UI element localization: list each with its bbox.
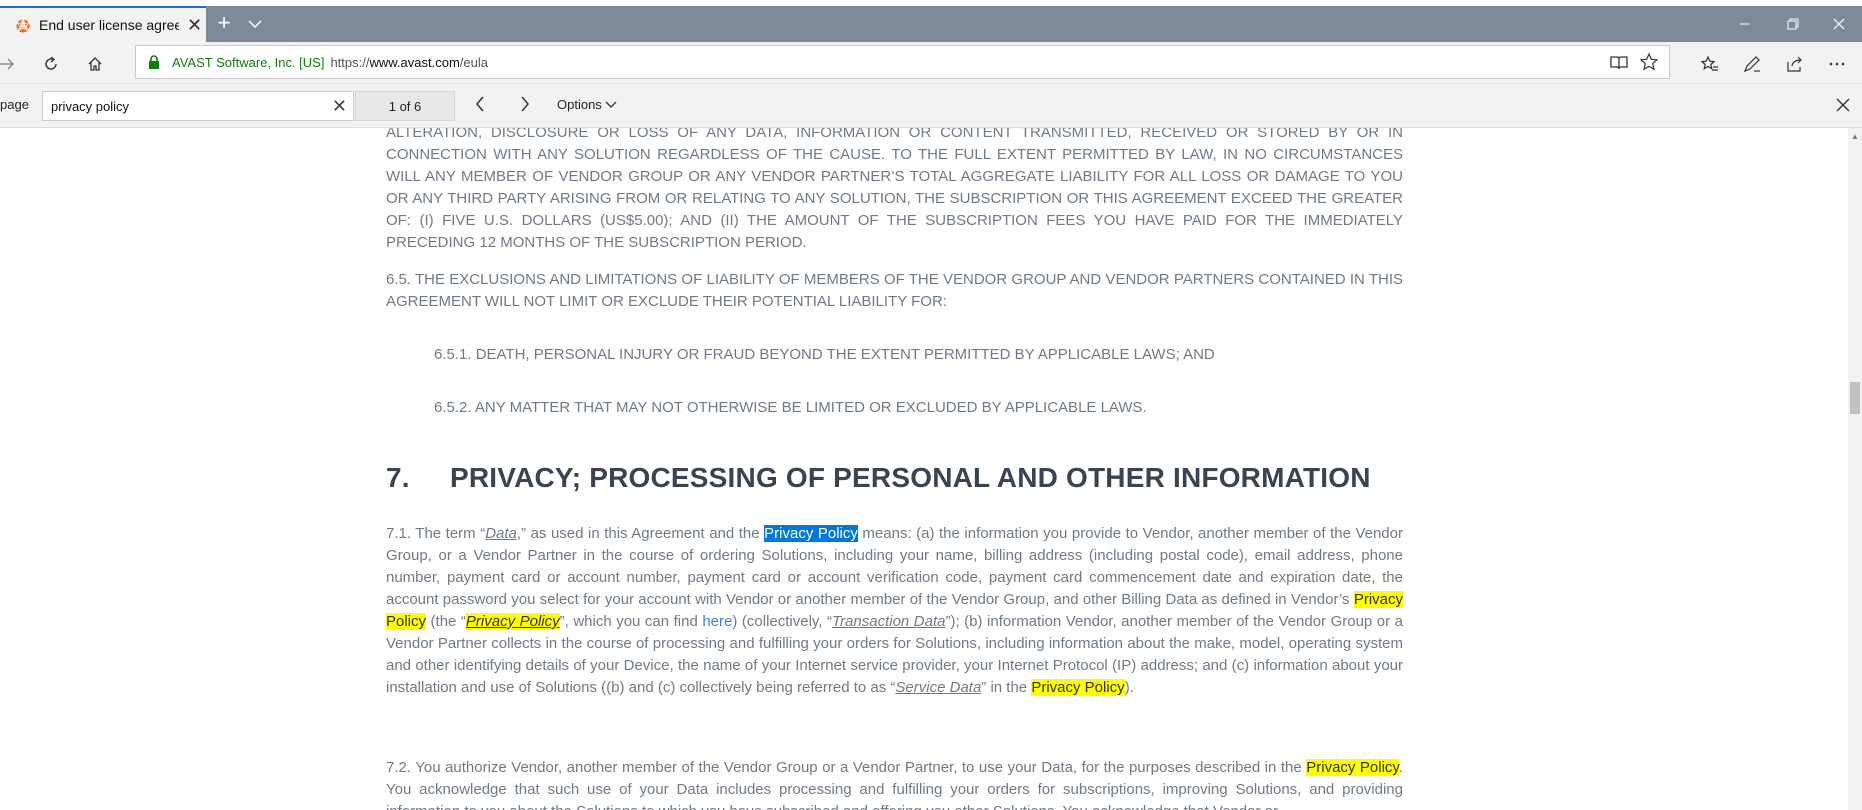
section-7-heading: 7. PRIVACY; PROCESSING OF PERSONAL AND OT…	[386, 462, 1371, 493]
more-options-icon[interactable]	[1824, 51, 1850, 77]
share-icon[interactable]	[1782, 51, 1808, 77]
term-transaction-data: Transaction Data	[832, 613, 946, 630]
restore-icon[interactable]	[1770, 6, 1816, 42]
favorites-hub-icon[interactable]	[1696, 51, 1722, 77]
find-match: Privacy Policy	[1306, 759, 1399, 776]
address-bar[interactable]: AVAST Software, Inc. [US] https://www.av…	[135, 45, 1670, 79]
find-input[interactable]	[51, 98, 321, 114]
match-count: 1 of 6	[355, 91, 455, 121]
paragraph-6-5-2: 6.5.2. ANY MATTER THAT MAY NOT OTHERWISE…	[434, 399, 1147, 416]
close-window-icon[interactable]	[1816, 6, 1862, 42]
site-identity[interactable]: AVAST Software, Inc. [US]	[172, 55, 324, 70]
favorite-star-icon[interactable]	[1639, 52, 1659, 72]
paragraph-7-1: 7.1. The term “Data,” as used in this Ag…	[386, 525, 1403, 696]
navigation-bar: AVAST Software, Inc. [US] https://www.av…	[0, 42, 1862, 84]
paragraph-6-5-1: 6.5.1. DEATH, PERSONAL INJURY OR FRAUD B…	[434, 346, 1215, 363]
section-number: 7.	[386, 462, 410, 493]
close-find-icon[interactable]	[1836, 94, 1850, 116]
vertical-scrollbar[interactable]: ▲	[1848, 128, 1862, 810]
web-note-icon[interactable]	[1739, 51, 1765, 77]
section-title: PRIVACY; PROCESSING OF PERSONAL AND OTHE…	[450, 462, 1371, 493]
find-match: Privacy Policy	[465, 613, 560, 630]
find-on-page-bar: page ✕ 1 of 6 Options	[0, 84, 1862, 128]
term-data: Data	[485, 525, 517, 542]
url-text[interactable]: https://www.avast.com/eula	[330, 55, 488, 70]
find-options-button[interactable]: Options	[557, 97, 617, 112]
scrollbar-thumb[interactable]	[1850, 382, 1860, 414]
lock-icon[interactable]	[148, 54, 162, 70]
find-label: page	[0, 97, 29, 112]
paragraph-6-5: 6.5. THE EXCLUSIONS AND LIMITATIONS OF L…	[386, 271, 1403, 310]
clear-icon[interactable]: ✕	[332, 96, 347, 117]
close-tab-icon[interactable]: ✕	[187, 16, 202, 34]
find-input-box[interactable]: ✕	[42, 91, 354, 121]
home-icon[interactable]	[82, 51, 108, 77]
term-service-data: Service Data	[895, 679, 982, 696]
scroll-up-icon[interactable]: ▲	[1851, 132, 1859, 141]
browser-tab[interactable]: End user license agreem ✕	[0, 6, 206, 42]
chevron-down-icon[interactable]	[243, 12, 267, 36]
minimize-icon[interactable]	[1722, 6, 1768, 42]
page-content: ALTERATION, DISCLOSURE OR LOSS OF ANY DA…	[0, 128, 1848, 810]
avast-logo-icon	[14, 16, 32, 34]
chevron-down-icon	[605, 101, 617, 108]
privacy-policy-link[interactable]: here	[702, 613, 732, 630]
reading-view-icon[interactable]	[1609, 53, 1629, 73]
tab-bar: End user license agreem ✕ +	[0, 6, 1862, 42]
tab-title: End user license agreem	[39, 17, 179, 33]
find-match-active: Privacy Policy	[764, 525, 858, 542]
previous-match-icon[interactable]	[470, 95, 490, 117]
refresh-icon[interactable]	[38, 51, 64, 77]
new-tab-icon[interactable]: +	[212, 12, 236, 36]
forward-icon[interactable]	[0, 51, 20, 77]
paragraph-liability-cont: ALTERATION, DISCLOSURE OR LOSS OF ANY DA…	[386, 128, 1403, 251]
find-match: Privacy Policy	[1031, 679, 1125, 696]
paragraph-7-2: 7.2. You authorize Vendor, another membe…	[386, 759, 1403, 810]
next-match-icon[interactable]	[515, 95, 535, 117]
